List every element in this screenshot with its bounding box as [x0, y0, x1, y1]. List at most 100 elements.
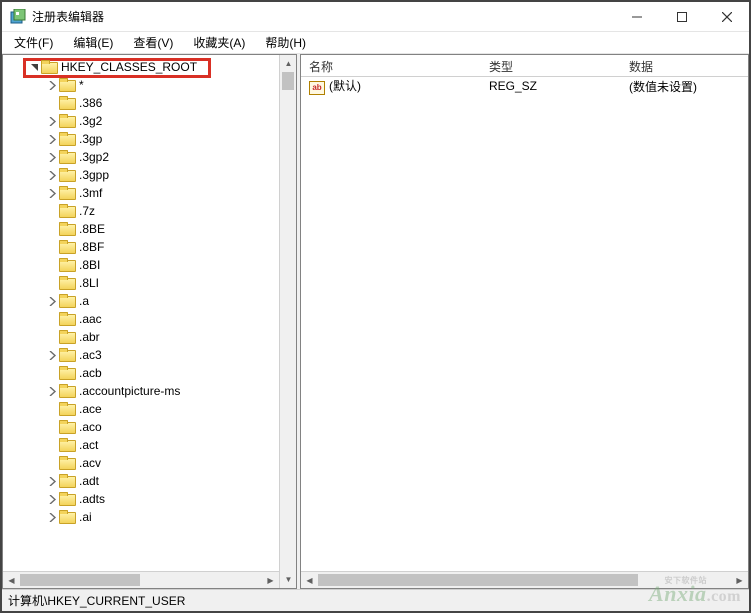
- tree-item[interactable]: .acv: [3, 454, 279, 472]
- chevron-right-icon[interactable]: [45, 492, 59, 506]
- tree-item[interactable]: .a: [3, 292, 279, 310]
- tree-item[interactable]: .3g2: [3, 112, 279, 130]
- menu-favorites[interactable]: 收藏夹(A): [183, 32, 255, 53]
- folder-icon: [59, 132, 75, 146]
- tree-item[interactable]: .3mf: [3, 184, 279, 202]
- scroll-down-icon[interactable]: ▼: [280, 571, 296, 588]
- menu-view[interactable]: 查看(V): [123, 32, 183, 53]
- tree-item[interactable]: .3gp2: [3, 148, 279, 166]
- folder-icon: [59, 330, 75, 344]
- window-title: 注册表编辑器: [32, 8, 104, 25]
- chevron-right-icon[interactable]: [45, 474, 59, 488]
- scroll-thumb[interactable]: [20, 574, 140, 586]
- tree-item[interactable]: .7z: [3, 202, 279, 220]
- tree-item[interactable]: .aco: [3, 418, 279, 436]
- chevron-right-icon[interactable]: [45, 114, 59, 128]
- title-bar: 注册表编辑器: [2, 2, 749, 32]
- tree-hscrollbar[interactable]: ◀ ▶: [3, 571, 279, 588]
- folder-icon: [59, 438, 75, 452]
- header-type[interactable]: 类型: [481, 55, 621, 76]
- chevron-right-icon[interactable]: [45, 294, 59, 308]
- tree-item[interactable]: .8BF: [3, 238, 279, 256]
- menu-help[interactable]: 帮助(H): [255, 32, 316, 53]
- minimize-button[interactable]: [614, 2, 659, 32]
- scroll-thumb[interactable]: [318, 574, 638, 586]
- tree-item[interactable]: .act: [3, 436, 279, 454]
- scroll-right-icon[interactable]: ▶: [731, 572, 748, 588]
- regedit-icon: [10, 9, 26, 25]
- tree-item[interactable]: .8BE: [3, 220, 279, 238]
- registry-tree[interactable]: HKEY_CLASSES_ROOT *.386 .3g2 .3gp .3gp2 .3gp…: [3, 55, 279, 571]
- tree-item[interactable]: .386: [3, 94, 279, 112]
- menu-file[interactable]: 文件(F): [4, 32, 63, 53]
- tree-item-label: .aac: [79, 312, 102, 326]
- tree-item[interactable]: .8LI: [3, 274, 279, 292]
- header-data[interactable]: 数据: [621, 55, 748, 76]
- tree-item[interactable]: .adt: [3, 472, 279, 490]
- tree-root-row[interactable]: HKEY_CLASSES_ROOT: [3, 58, 279, 76]
- tree-item[interactable]: .ace: [3, 400, 279, 418]
- folder-icon: [59, 240, 75, 254]
- scroll-up-icon[interactable]: ▲: [280, 55, 296, 72]
- tree-item-label: .3gp2: [79, 150, 109, 164]
- tree-item-label: .a: [79, 294, 89, 308]
- maximize-button[interactable]: [659, 2, 704, 32]
- scroll-right-icon[interactable]: ▶: [262, 572, 279, 588]
- content-area: HKEY_CLASSES_ROOT *.386 .3g2 .3gp .3gp2 .3gp…: [2, 54, 749, 589]
- folder-icon: [59, 420, 75, 434]
- tree-item[interactable]: .3gp: [3, 130, 279, 148]
- list-body[interactable]: ab(默认)REG_SZ(数值未设置): [301, 77, 748, 571]
- chevron-right-icon[interactable]: [45, 78, 59, 92]
- tree-item[interactable]: .3gpp: [3, 166, 279, 184]
- chevron-right-icon[interactable]: [45, 150, 59, 164]
- folder-icon: [59, 276, 75, 290]
- chevron-right-icon[interactable]: [45, 186, 59, 200]
- chevron-right-icon[interactable]: [45, 168, 59, 182]
- tree-item[interactable]: .aac: [3, 310, 279, 328]
- menu-bar: 文件(F) 编辑(E) 查看(V) 收藏夹(A) 帮助(H): [2, 32, 749, 54]
- chevron-down-icon[interactable]: [27, 60, 41, 74]
- string-value-icon: ab: [309, 81, 325, 95]
- menu-edit[interactable]: 编辑(E): [63, 32, 123, 53]
- scroll-left-icon[interactable]: ◀: [301, 572, 318, 588]
- chevron-right-icon[interactable]: [45, 132, 59, 146]
- list-row[interactable]: ab(默认)REG_SZ(数值未设置): [301, 77, 748, 95]
- folder-icon: [59, 186, 75, 200]
- folder-icon: [59, 510, 75, 524]
- folder-icon: [59, 258, 75, 272]
- tree-item-label: .3gpp: [79, 168, 109, 182]
- tree-item[interactable]: .ac3: [3, 346, 279, 364]
- tree-item-label: .acv: [79, 456, 101, 470]
- tree-item-label: .3mf: [79, 186, 102, 200]
- folder-icon: [59, 384, 75, 398]
- status-path: 计算机\HKEY_CURRENT_USER: [8, 592, 185, 609]
- folder-icon: [59, 294, 75, 308]
- scroll-thumb[interactable]: [282, 72, 294, 90]
- folder-icon: [59, 168, 75, 182]
- tree-item[interactable]: .8BI: [3, 256, 279, 274]
- folder-icon: [59, 114, 75, 128]
- tree-item[interactable]: .ai: [3, 508, 279, 526]
- folder-icon: [59, 402, 75, 416]
- tree-vscrollbar[interactable]: ▲ ▼: [279, 55, 296, 588]
- chevron-right-icon[interactable]: [45, 384, 59, 398]
- cell-name: ab(默认): [301, 77, 481, 95]
- folder-icon: [59, 348, 75, 362]
- tree-item-label: .3g2: [79, 114, 102, 128]
- list-header[interactable]: 名称 类型 数据: [301, 55, 748, 77]
- tree-item[interactable]: .accountpicture-ms: [3, 382, 279, 400]
- tree-item[interactable]: *: [3, 76, 279, 94]
- folder-icon: [59, 222, 75, 236]
- tree-item[interactable]: .adts: [3, 490, 279, 508]
- folder-icon: [41, 60, 57, 74]
- scroll-left-icon[interactable]: ◀: [3, 572, 20, 588]
- tree-item[interactable]: .acb: [3, 364, 279, 382]
- folder-icon: [59, 78, 75, 92]
- tree-item-label: .aco: [79, 420, 102, 434]
- chevron-right-icon[interactable]: [45, 348, 59, 362]
- chevron-right-icon[interactable]: [45, 510, 59, 524]
- list-hscrollbar[interactable]: ◀ ▶: [301, 571, 748, 588]
- tree-item[interactable]: .abr: [3, 328, 279, 346]
- close-button[interactable]: [704, 2, 749, 32]
- header-name[interactable]: 名称: [301, 55, 481, 76]
